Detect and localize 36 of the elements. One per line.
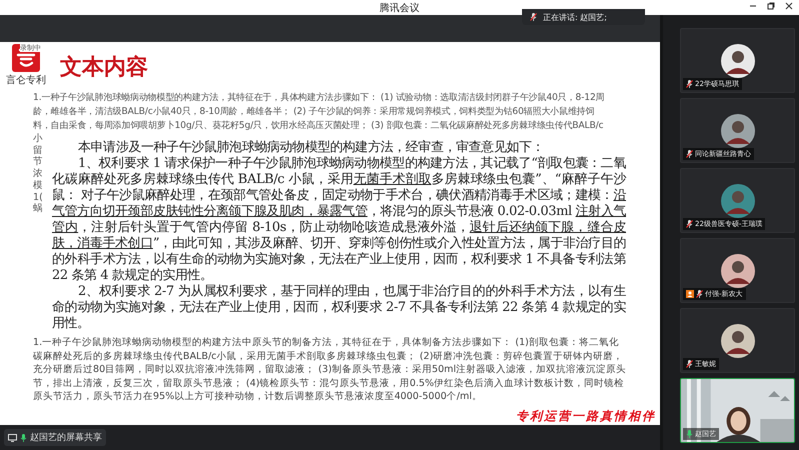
- restore-icon[interactable]: [767, 2, 775, 10]
- document-paragraph: 2、权利要求 2-7 为从属权利要求，基于同样的理由，也属于非治疗目的的外科手术方法，以有生命的动物为实施对象，无法在产业上使用，因而，权利要求 2-7 不具备专利法第 22 条第 4 款规定的实用性。: [52, 284, 626, 332]
- close-icon[interactable]: [785, 2, 793, 10]
- avatar-icon: [720, 44, 754, 78]
- slide-title: 文本内容: [60, 54, 148, 82]
- cut-line-start: 留: [33, 144, 43, 156]
- avatar-icon: [720, 324, 754, 358]
- avatar-icon: [720, 114, 754, 148]
- share-label: 赵国艺的屏幕共享: [30, 432, 102, 444]
- mic-icon: [686, 430, 693, 438]
- claim-text-line: 1.一种子午沙鼠肺泡球蚴病动物模型的构建方法，其特征在于，具体构建方法步骤如下： (1) 试验动物：选取清洁级封闭群子午沙鼠40只，8-12周: [33, 91, 605, 105]
- claim-text-line: 龄，雌雄各半，清洁级BALB/c小鼠40只，8-10周龄，雌雄各半； (2) 子午沙鼠的饲养：采用常规饲养模式，饲料类型为钴60辐照大小鼠维持饲: [33, 105, 594, 119]
- muted-mic-icon: [530, 13, 537, 21]
- claim-text-line: 料，自由采食，每周添加饲喂胡萝卜10g/只、葵花籽5g/只，饮用水经高压灭菌处理； (3) 剖取包囊：二氧化碳麻醉处死多房棘球绦虫传代BALB/c: [33, 119, 604, 133]
- claim-text: 1.一种子午沙鼠肺泡球蚴病动物模型的构建方法中原头节的制备方法，其特征在于，具体制备方法步骤如下： (1)剖取包囊：将二氧化碳麻醉处死后的多房棘球绦虫传代BALB/c小鼠，采用无菌手术剖取多房棘球绦虫包囊； (2)研磨冲洗包囊：剪碎包囊置于研钵内研磨，充分研磨后过80目筛网，同时以双抗溶液冲洗筛网，留取滤液； (3)制备原头节悬液：采用50ml注射器吸入滤液，加双抗溶液沉淀原头节，排出上清液，反复三次，留取原头节悬液； (4)镜检原头节：混匀原头节悬液，用0.5%伊红染色后滴入血球计数板计数，同时镜检原头节活力，原头节活力在95%以上方可接种动物，计数后调整原头节悬液浓度至4000-5000个/ml。: [33, 336, 628, 404]
- cut-line-start: 浓: [33, 168, 43, 180]
- muted-mic-icon: [686, 80, 693, 88]
- muted-mic-icon: [686, 360, 693, 368]
- muted-mic-icon: [696, 290, 703, 298]
- avatar-icon: [720, 184, 754, 218]
- document-heading: 本申请涉及一种子午沙鼠肺泡球蚴病动物模型的构建方法，经审查，审查意见如下：: [77, 140, 546, 156]
- muted-mic-icon: [686, 150, 693, 158]
- cut-line-start: 模: [33, 180, 43, 192]
- window-title: 腾讯会议: [380, 2, 420, 14]
- speaker-label: 正在讲话: 赵国艺;: [543, 12, 607, 22]
- document-paragraph: 1、权利要求 1 请求保护一种子午沙鼠肺泡球蚴病动物模型的构建方法，其记载了“剖取包囊：二氧化碳麻醉处死多房棘球绦虫传代 BALB/c 小鼠，采用无菌手术剖取多房棘球绦虫包囊”、“麻醉子午沙鼠： 对子午沙鼠麻醉处理，在颈部气管处备皮，固定动物于手术台，碘伏酒精消毒手术区域；建模：沿气管方向切开颈部皮肤钝性分离颌下腺及肌肉，暴露气管，将混匀的原头节悬液 0.02-0.03ml 注射入气管内，注射后针头置于气管内停留 8-10s，防止动物呛咳造成悬液外溢，退针后还纳颌下腺，缝合皮肤，消毒手术创口”，由此可知，其涉及麻醉、切开、穿刺等创伤性或介入性处置方法，属于非治疗目的的外科手术方法，以有生命的动物为实施对象，无法在产业上使用，因而，权利要求 1 不具备专利法第 22 条第 4 款规定的实用性。: [52, 156, 626, 284]
- slogan: 专利运营一路真情相伴: [516, 409, 656, 424]
- mic-icon: [20, 434, 27, 442]
- cut-line-start: 蜗: [33, 203, 43, 215]
- muted-mic-icon: [686, 220, 693, 228]
- screen-icon: [8, 434, 17, 442]
- brand-name: 言仑专利: [6, 74, 46, 87]
- cut-line-start: 节: [33, 156, 43, 168]
- cut-line-start: 1(: [33, 192, 43, 203]
- cut-line-start: 小: [33, 133, 43, 145]
- avatar-icon: [720, 254, 754, 288]
